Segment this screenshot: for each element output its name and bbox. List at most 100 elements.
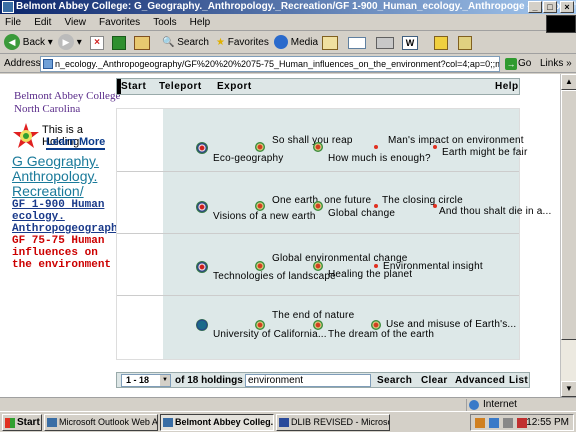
forward-button[interactable]: ▶ ▾: [58, 34, 82, 52]
wall-navbar: Start Teleport Export Help: [116, 78, 520, 95]
close-button[interactable]: ×: [560, 1, 574, 13]
holding-node-icon[interactable]: [255, 142, 265, 152]
title-bar: Belmont Abbey College: G_Geography._Anth…: [0, 0, 576, 14]
taskbar: Start Microsoft Outlook Web A... Belmont…: [0, 411, 576, 432]
forward-arrow-icon: ▶: [58, 34, 74, 51]
row-anchor-icon[interactable]: [196, 142, 208, 154]
messenger-button[interactable]: [458, 36, 472, 50]
holding-node-icon[interactable]: [313, 261, 323, 271]
start-button[interactable]: Start: [2, 414, 42, 431]
windows-flag-icon: [5, 418, 15, 428]
holding-title[interactable]: The closing circle: [382, 195, 463, 206]
page-content: Belmont Abbey College North Carolina Thi…: [0, 74, 560, 397]
holding-title[interactable]: Visions of a new earth: [213, 211, 316, 222]
tray-icon[interactable]: [475, 418, 485, 428]
menu-help[interactable]: Help: [185, 15, 216, 30]
holding-badge: This is a Holding Learn More: [12, 122, 122, 154]
tray-icon[interactable]: [489, 418, 499, 428]
back-button[interactable]: ◀ Back ▾: [4, 34, 53, 52]
menu-tools[interactable]: Tools: [148, 15, 181, 30]
holding-title[interactable]: And thou shalt die in a...: [439, 206, 552, 217]
holding-title[interactable]: How much is enough?: [328, 153, 431, 164]
holding-dot-icon[interactable]: [433, 145, 437, 149]
crumb-human-ecology[interactable]: GF 1-900 Human ecology. Anthropogeograph…: [12, 199, 131, 235]
mail-button[interactable]: [348, 37, 366, 49]
row-anchor-icon[interactable]: [196, 319, 208, 331]
minimize-button[interactable]: _: [528, 1, 542, 13]
vertical-scrollbar[interactable]: ▲ ▼: [560, 74, 576, 397]
stop-button[interactable]: ×: [90, 36, 104, 50]
menu-favorites[interactable]: Favorites: [94, 15, 145, 30]
holding-dot-icon[interactable]: [433, 204, 437, 208]
holding-node-icon[interactable]: [255, 261, 265, 271]
holding-title[interactable]: Earth might be fair: [442, 147, 528, 158]
maximize-button[interactable]: □: [543, 1, 557, 13]
crumb-geography[interactable]: G Geography. Anthropology. Recreation/: [12, 154, 116, 199]
holding-node-icon[interactable]: [313, 320, 323, 330]
holding-title[interactable]: Technologies of landscape: [213, 271, 336, 282]
task-outlook[interactable]: Microsoft Outlook Web A...: [44, 414, 158, 431]
scroll-down-button[interactable]: ▼: [561, 381, 576, 397]
nav-start[interactable]: Start: [121, 81, 146, 92]
scroll-thumb[interactable]: [561, 90, 576, 340]
media-icon: [274, 35, 288, 50]
clock[interactable]: 12:55 PM: [526, 415, 569, 430]
search-bar: 1 - 18 ▼ of 18 holdings environment Sear…: [116, 372, 530, 388]
star-icon: ★: [216, 37, 225, 48]
task-dlib[interactable]: DLIB REVISED - Microsof...: [276, 414, 390, 431]
word-edit-button[interactable]: W: [402, 36, 418, 50]
holding-title[interactable]: University of California...: [213, 329, 327, 340]
menu-file[interactable]: File: [0, 15, 26, 30]
row-divider: [117, 171, 519, 172]
task-belmont[interactable]: Belmont Abbey Colleg...: [160, 414, 274, 431]
nav-help[interactable]: Help: [495, 81, 519, 92]
range-select[interactable]: 1 - 18 ▼: [121, 374, 171, 387]
print-button[interactable]: [376, 37, 394, 49]
holding-title[interactable]: Global change: [328, 208, 395, 219]
holding-node-icon[interactable]: [255, 320, 265, 330]
refresh-button[interactable]: [112, 36, 126, 50]
advanced-button[interactable]: Advanced: [455, 375, 505, 386]
history-button[interactable]: [322, 36, 338, 50]
search-input[interactable]: environment: [245, 374, 371, 387]
holdings-wall: Eco-geography So shall you reap How much…: [116, 108, 551, 360]
address-input[interactable]: n_ecology._Anthropogeography/GF%20%20%20…: [40, 56, 500, 72]
media-button[interactable]: Media: [274, 34, 318, 52]
holding-node-icon[interactable]: [371, 320, 381, 330]
holding-title[interactable]: The end of nature: [272, 310, 354, 321]
menu-edit[interactable]: Edit: [29, 15, 56, 30]
row-anchor-icon[interactable]: [196, 261, 208, 273]
holdings-count: of 18 holdings: [175, 375, 243, 386]
address-bar: Address n_ecology._Anthropogeography/GF%…: [0, 55, 576, 73]
holding-title[interactable]: Use and misuse of Earth's...: [386, 319, 516, 330]
menu-view[interactable]: View: [59, 15, 91, 30]
holding-title[interactable]: The dream of the earth: [328, 329, 434, 340]
nav-teleport[interactable]: Teleport: [159, 81, 202, 92]
search-button[interactable]: Search: [377, 375, 412, 386]
breadcrumb: G Geography. Anthropology. Recreation/ G…: [12, 154, 131, 272]
holding-node-icon[interactable]: [255, 201, 265, 211]
go-arrow-icon: →: [505, 58, 517, 70]
holding-title[interactable]: Environmental insight: [383, 261, 483, 272]
college-logo[interactable]: Belmont Abbey College North Carolina: [14, 90, 120, 116]
holding-dot-icon[interactable]: [374, 264, 378, 268]
holding-title[interactable]: Man's impact on environment: [388, 135, 524, 146]
holding-dot-icon[interactable]: [374, 204, 378, 208]
links-button[interactable]: Links »: [540, 58, 572, 69]
nav-export[interactable]: Export: [217, 81, 252, 92]
go-button[interactable]: → Go: [504, 56, 534, 72]
learn-more-link[interactable]: Learn More: [46, 136, 106, 150]
list-button[interactable]: List: [509, 375, 528, 386]
holding-title[interactable]: Eco-geography: [213, 153, 283, 164]
home-button[interactable]: [134, 36, 150, 50]
row-anchor-icon[interactable]: [196, 201, 208, 213]
holding-node-icon[interactable]: [313, 201, 323, 211]
speaker-icon[interactable]: [503, 418, 513, 428]
search-button[interactable]: 🔍 Search: [162, 34, 209, 52]
holding-node-icon[interactable]: [313, 142, 323, 152]
scroll-up-button[interactable]: ▲: [561, 74, 576, 90]
favorites-button[interactable]: ★ Favorites: [216, 34, 269, 52]
clear-button[interactable]: Clear: [421, 375, 448, 386]
holding-dot-icon[interactable]: [374, 145, 378, 149]
discuss-button[interactable]: [434, 36, 448, 50]
